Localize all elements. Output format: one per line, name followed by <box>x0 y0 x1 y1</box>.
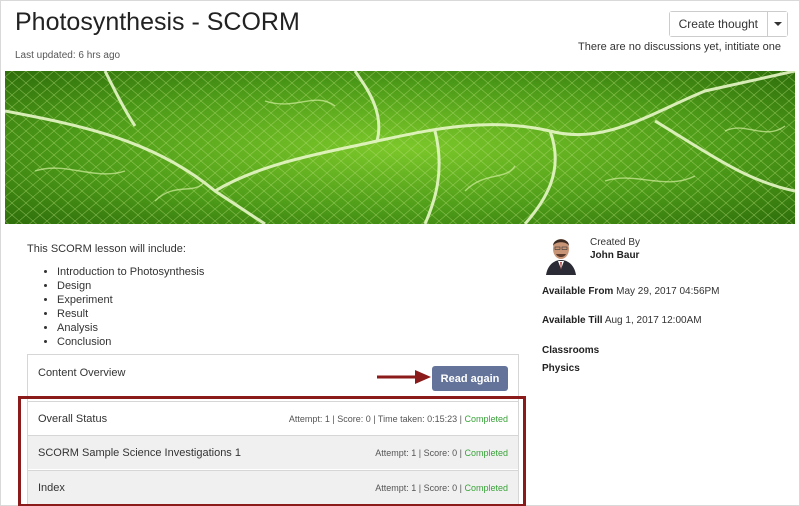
list-item: Experiment <box>57 293 527 307</box>
page-header: Photosynthesis - SCORM Last updated: 6 h… <box>1 1 799 71</box>
created-by-label: Created By <box>590 237 641 248</box>
list-item: Design <box>57 279 527 293</box>
create-thought-button[interactable]: Create thought <box>669 12 767 36</box>
list-item: Introduction to Photosynthesis <box>57 265 527 279</box>
lesson-intro: This SCORM lesson will include: <box>27 243 186 255</box>
available-till: Available Till Aug 1, 2017 12:00AM <box>542 315 702 326</box>
classroom-physics[interactable]: Physics <box>542 363 580 374</box>
highlight-box <box>18 396 526 506</box>
list-item: Analysis <box>57 321 527 335</box>
page-title: Photosynthesis - SCORM <box>15 8 300 36</box>
available-from: Available From May 29, 2017 04:56PM <box>542 286 720 297</box>
read-again-button[interactable]: Read again <box>432 366 508 391</box>
author-name: John Baur <box>590 250 640 261</box>
lesson-description: This SCORM lesson will include: Introduc… <box>27 243 527 349</box>
avatar <box>542 233 580 275</box>
last-updated: Last updated: 6 hrs ago <box>15 50 121 61</box>
create-thought-dropdown-button[interactable] <box>767 12 787 36</box>
leaf-banner-image <box>5 71 795 224</box>
classrooms-label: Classrooms <box>542 345 600 356</box>
caret-down-icon <box>773 22 782 26</box>
topic-list: Introduction to Photosynthesis Design Ex… <box>27 265 527 349</box>
no-discussions-text: There are no discussions yet, intitiate … <box>577 41 781 53</box>
leaf-veins-graphic <box>5 71 795 224</box>
arrow-right-icon <box>377 370 431 384</box>
list-item: Conclusion <box>57 335 527 349</box>
list-item: Result <box>57 307 527 321</box>
content-overview-title: Content Overview <box>38 367 126 379</box>
create-thought-group: Create thought <box>668 11 788 37</box>
